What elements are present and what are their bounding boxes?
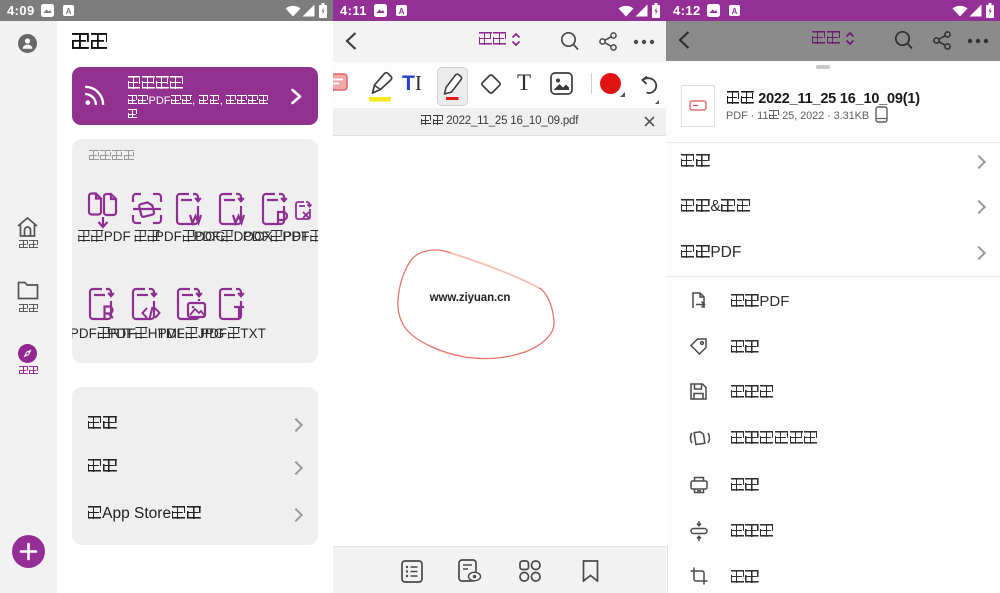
svg-text:A: A [399, 7, 405, 16]
svg-text:A: A [66, 7, 72, 16]
svg-text:A: A [732, 7, 738, 16]
